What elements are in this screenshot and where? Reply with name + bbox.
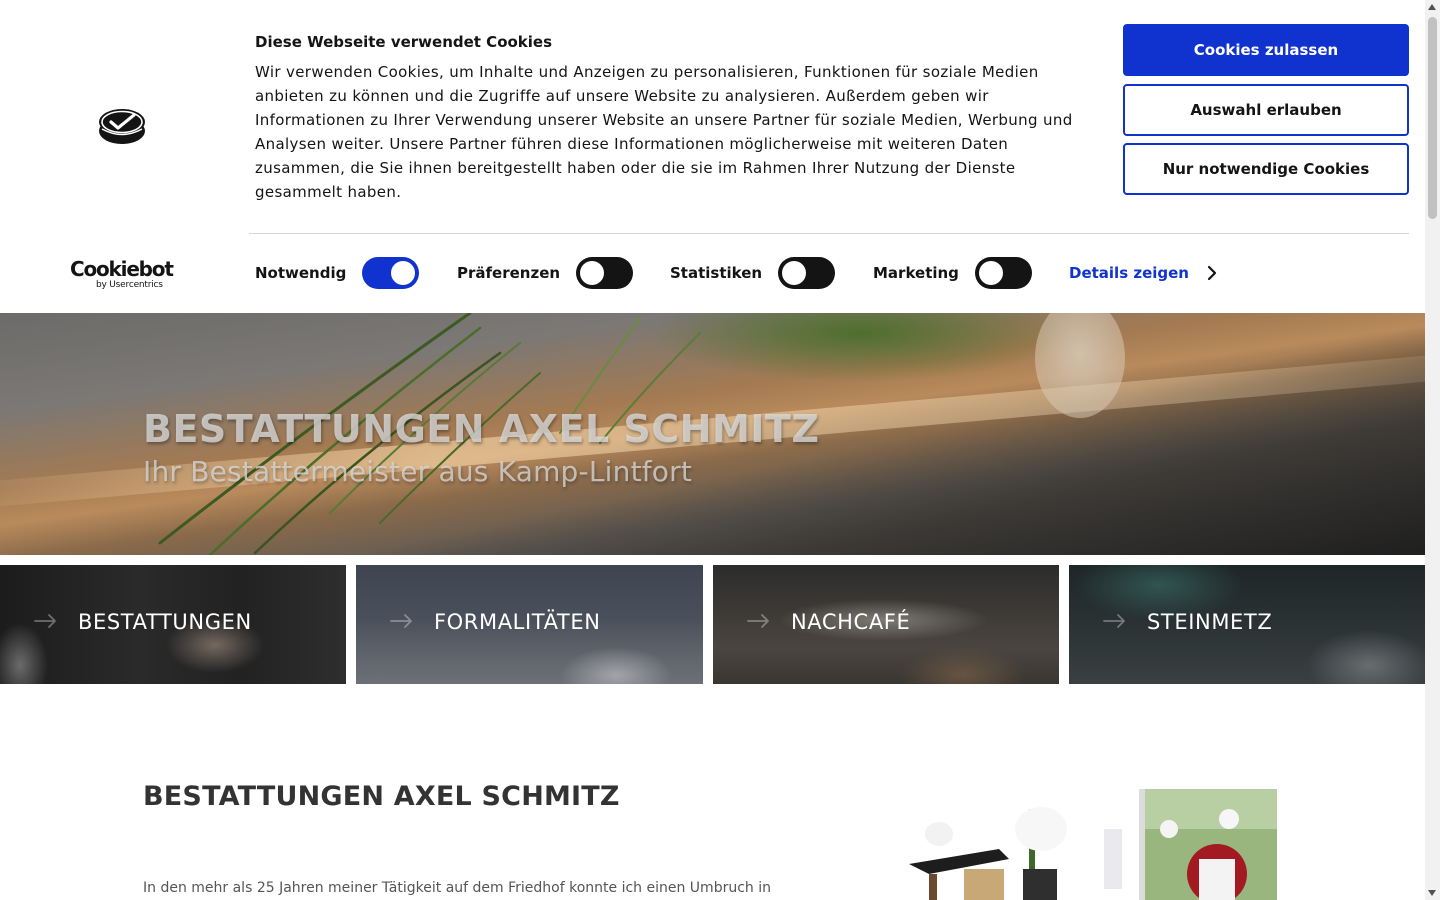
toggle-knob	[979, 261, 1003, 285]
tile-nachcafe[interactable]: NACHCAFÉ	[713, 565, 1059, 684]
arrow-right-icon	[1103, 614, 1125, 628]
tile-label: NACHCAFÉ	[791, 610, 911, 634]
allow-selection-button[interactable]: Auswahl erlauben	[1123, 84, 1409, 136]
scrollbar-thumb[interactable]	[1428, 17, 1437, 219]
toggle-statistics[interactable]	[778, 257, 835, 289]
section-heading: BESTATTUNGEN AXEL SCHMITZ	[143, 781, 620, 812]
cookie-banner-title: Diese Webseite verwendet Cookies	[255, 33, 553, 51]
cookiebot-brand: Cookiebot by Usercentrics	[70, 258, 174, 292]
toggle-label-preferences: Präferenzen	[457, 264, 561, 282]
arrow-right-icon	[34, 614, 56, 628]
page-scrollbar[interactable]	[1425, 0, 1440, 900]
tile-bestattungen[interactable]: BESTATTUNGEN	[0, 565, 346, 684]
content-photo	[869, 789, 1277, 900]
tile-label: FORMALITÄTEN	[434, 610, 601, 634]
cookie-banner-text: Wir verwenden Cookies, um Inhalte und An…	[255, 63, 1073, 201]
cookiebot-logo-icon	[99, 109, 145, 144]
tile-steinmetz[interactable]: STEINMETZ	[1069, 565, 1425, 684]
hero-banner: BESTATTUNGEN AXEL SCHMITZ Ihr Bestatterm…	[0, 313, 1425, 555]
necessary-cookies-only-button[interactable]: Nur notwendige Cookies	[1123, 143, 1409, 195]
hero-title: BESTATTUNGEN AXEL SCHMITZ	[143, 407, 820, 451]
toggle-knob	[782, 261, 806, 285]
toggle-label-necessary: Notwendig	[255, 264, 347, 282]
cookiebot-brand-name: Cookiebot	[70, 257, 174, 281]
toggle-marketing[interactable]	[975, 257, 1032, 289]
cookie-banner-divider	[249, 233, 1409, 234]
hero-subtitle: Ihr Bestattermeister aus Kamp-Lintfort	[143, 455, 693, 488]
intro-text: In den mehr als 25 Jahren meiner Tätigke…	[143, 880, 771, 896]
arrow-right-icon	[390, 614, 412, 628]
chevron-right-icon[interactable]	[1204, 264, 1220, 282]
toggle-knob	[580, 261, 604, 285]
content-photo-illustration	[909, 789, 1277, 900]
scroll-down-icon[interactable]	[1428, 890, 1436, 896]
toggle-knob	[391, 261, 415, 285]
toggle-label-statistics: Statistiken	[670, 264, 763, 282]
toggle-label-marketing: Marketing	[873, 264, 959, 282]
scroll-up-icon[interactable]	[1428, 4, 1436, 10]
tile-label: BESTATTUNGEN	[78, 610, 252, 634]
allow-all-cookies-button[interactable]: Cookies zulassen	[1123, 24, 1409, 76]
tile-formalitaeten[interactable]: FORMALITÄTEN	[356, 565, 703, 684]
toggle-preferences[interactable]	[576, 257, 633, 289]
cookiebot-brand-byline: by Usercentrics	[96, 280, 163, 290]
arrow-right-icon	[747, 614, 769, 628]
show-details-link[interactable]: Details zeigen	[1069, 264, 1189, 282]
tile-label: STEINMETZ	[1147, 610, 1273, 634]
toggle-necessary[interactable]	[362, 257, 419, 289]
cookie-consent-banner: Cookiebot by Usercentrics Diese Webseite…	[0, 0, 1425, 313]
